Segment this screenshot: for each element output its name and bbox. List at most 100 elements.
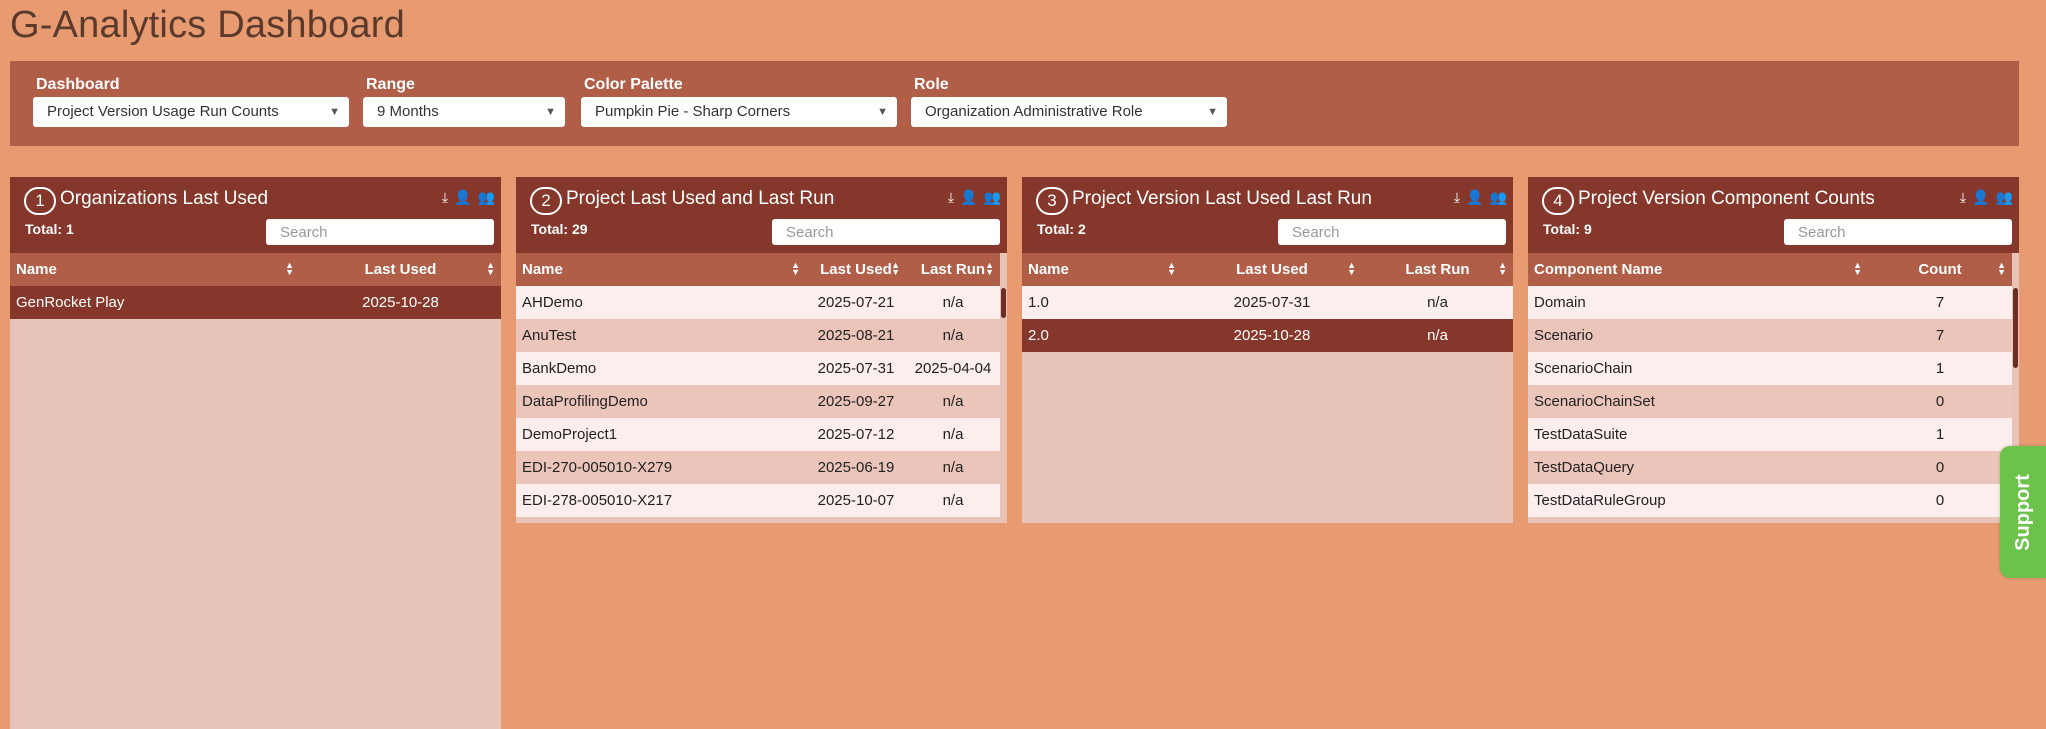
table-row[interactable]: EDI-278-005010-X217 2025-10-07 n/a (516, 484, 1000, 517)
sort-icon: ▲ ▼ (985, 260, 994, 277)
panel-actions: ⤓ 👤 👥 (436, 189, 495, 206)
download-icon[interactable]: ⤓ (1454, 189, 1460, 205)
column-label: Last Used (1236, 261, 1308, 278)
panel-number: 2 (530, 187, 562, 215)
sort-icon: ▲ ▼ (1167, 260, 1176, 277)
support-button[interactable]: Support (2000, 446, 2046, 578)
table-cell: TestDataSuite (1528, 418, 1868, 451)
table-cell: 2025-04-04 (906, 352, 1000, 385)
table-cell: 2025-07-12 (806, 418, 906, 451)
table-row[interactable]: EDI-270-005010-X279 2025-06-19 n/a (516, 451, 1000, 484)
table-cell: 0 (1868, 484, 2012, 517)
panel-body: Name ▲ ▼ Last Used ▲ ▼ GenRocket Play 2025-1… (10, 253, 501, 729)
sort-icon: ▲ ▼ (791, 260, 800, 277)
table-row[interactable]: GenRocket Play 2025-10-28 (10, 286, 501, 319)
panel-body: Component Name ▲ ▼ Count ▲ ▼ Domain 7 Scenari… (1528, 253, 2019, 523)
table-cell: ScenarioChainSet (1528, 385, 1868, 418)
users-icon[interactable]: 👥 (1996, 189, 2013, 205)
panel-total: Total: 2 (1037, 221, 1086, 237)
page-title: G-Analytics Dashboard (10, 4, 405, 46)
table-cell: n/a (906, 418, 1000, 451)
panel-actions: ⤓ 👤 👥 (1954, 189, 2013, 206)
table-cell: n/a (906, 451, 1000, 484)
panel-title: Project Version Component Counts (1578, 188, 1875, 209)
table-row[interactable]: ScenarioChainSet 0 (1528, 385, 2012, 418)
table-cell: 2025-08-21 (806, 319, 906, 352)
sort-icon: ▲ ▼ (1498, 260, 1507, 277)
table-row[interactable]: AnuTest 2025-08-21 n/a (516, 319, 1000, 352)
table-cell: EDI-270-005010-X279 (516, 451, 806, 484)
table-row[interactable]: AHDemo 2025-07-21 n/a (516, 286, 1000, 319)
sort-icon: ▲ ▼ (486, 260, 495, 277)
column-header-last-run[interactable]: Last Run ▲ ▼ (1362, 253, 1513, 286)
user-icon[interactable]: 👤 (960, 189, 977, 205)
table-cell: 2025-07-31 (806, 352, 906, 385)
scrollbar[interactable] (1000, 286, 1007, 523)
column-header-last-used[interactable]: Last Used ▲ ▼ (1182, 253, 1362, 286)
data-table: Name ▲ ▼ Last Used ▲ ▼ Last Run ▲ ▼ 1.0 2025-07… (1022, 253, 1513, 352)
download-icon[interactable]: ⤓ (1960, 189, 1966, 205)
search-input[interactable] (772, 219, 1000, 245)
column-header-last-used[interactable]: Last Used ▲ ▼ (806, 253, 906, 286)
table-row[interactable]: TestDataQuery 0 (1528, 451, 2012, 484)
users-icon[interactable]: 👥 (1490, 189, 1507, 205)
table-row[interactable]: ScenarioChain 1 (1528, 352, 2012, 385)
column-header-name[interactable]: Name ▲ ▼ (1022, 253, 1182, 286)
column-label: Name (522, 261, 563, 278)
table-cell: 2025-06-19 (806, 451, 906, 484)
user-icon[interactable]: 👤 (454, 189, 471, 205)
download-icon[interactable]: ⤓ (948, 189, 954, 205)
table-cell: AnuTest (516, 319, 806, 352)
filter-label: Dashboard (36, 76, 120, 93)
panel-organizations-last-used: 1 Organizations Last Used ⤓ 👤 👥 Total: 1 N… (10, 177, 501, 729)
data-table: Name ▲ ▼ Last Used ▲ ▼ GenRocket Play 2025-1… (10, 253, 501, 319)
scroll-thumb[interactable] (2013, 288, 2018, 368)
users-icon[interactable]: 👥 (478, 189, 495, 205)
user-icon[interactable]: 👤 (1972, 189, 1989, 205)
table-row[interactable]: Domain 7 (1528, 286, 2012, 319)
table-cell: Scenario (1528, 319, 1868, 352)
table-row[interactable]: 1.0 2025-07-31 n/a (1022, 286, 1513, 319)
users-icon[interactable]: 👥 (984, 189, 1001, 205)
column-label: Count (1918, 261, 1962, 278)
table-cell: n/a (906, 319, 1000, 352)
range-select[interactable]: 9 Months ▼ (363, 97, 565, 127)
select-value: Organization Administrative Role (925, 103, 1143, 120)
table-row[interactable]: 2.0 2025-10-28 n/a (1022, 319, 1513, 352)
table-row[interactable]: BankDemo 2025-07-31 2025-04-04 (516, 352, 1000, 385)
column-header-component-name[interactable]: Component Name ▲ ▼ (1528, 253, 1868, 286)
panel-component-counts: 4 Project Version Component Counts ⤓ 👤 👥 T… (1528, 177, 2019, 523)
table-cell: BankDemo (516, 352, 806, 385)
table-row[interactable]: TestDataRuleGroup 0 (1528, 484, 2012, 517)
column-header-last-run[interactable]: Last Run ▲ ▼ (906, 253, 1000, 286)
download-icon[interactable]: ⤓ (442, 189, 448, 205)
table-row[interactable]: TestDataSuite 1 (1528, 418, 2012, 451)
panel-header: 2 Project Last Used and Last Run ⤓ 👤 👥 Tot… (516, 177, 1007, 253)
panel-number: 4 (1542, 187, 1574, 215)
table-row[interactable]: DataProfilingDemo 2025-09-27 n/a (516, 385, 1000, 418)
column-header-count[interactable]: Count ▲ ▼ (1868, 253, 2012, 286)
dashboard-select[interactable]: Project Version Usage Run Counts ▼ (33, 97, 349, 127)
user-icon[interactable]: 👤 (1466, 189, 1483, 205)
column-label: Last Run (920, 261, 986, 278)
chevron-down-icon: ▼ (329, 106, 340, 118)
color-palette-select[interactable]: Pumpkin Pie - Sharp Corners ▼ (581, 97, 897, 127)
table-row[interactable]: DemoProject1 2025-07-12 n/a (516, 418, 1000, 451)
column-label: Name (1028, 261, 1069, 278)
column-label: Name (16, 261, 57, 278)
panel-header: 1 Organizations Last Used ⤓ 👤 👥 Total: 1 (10, 177, 501, 253)
scroll-thumb[interactable] (1001, 288, 1006, 318)
column-header-name[interactable]: Name ▲ ▼ (516, 253, 806, 286)
search-input[interactable] (1278, 219, 1506, 245)
search-input[interactable] (1784, 219, 2012, 245)
panel-header: 4 Project Version Component Counts ⤓ 👤 👥 T… (1528, 177, 2019, 253)
table-row[interactable]: Scenario 7 (1528, 319, 2012, 352)
column-header-last-used[interactable]: Last Used ▲ ▼ (300, 253, 501, 286)
search-input[interactable] (266, 219, 494, 245)
panel-title: Organizations Last Used (60, 188, 269, 209)
sort-icon: ▲ ▼ (891, 260, 900, 277)
role-select[interactable]: Organization Administrative Role ▼ (911, 97, 1227, 127)
filter-label: Range (366, 76, 415, 93)
table-cell: 2025-10-07 (806, 484, 906, 517)
column-header-name[interactable]: Name ▲ ▼ (10, 253, 300, 286)
